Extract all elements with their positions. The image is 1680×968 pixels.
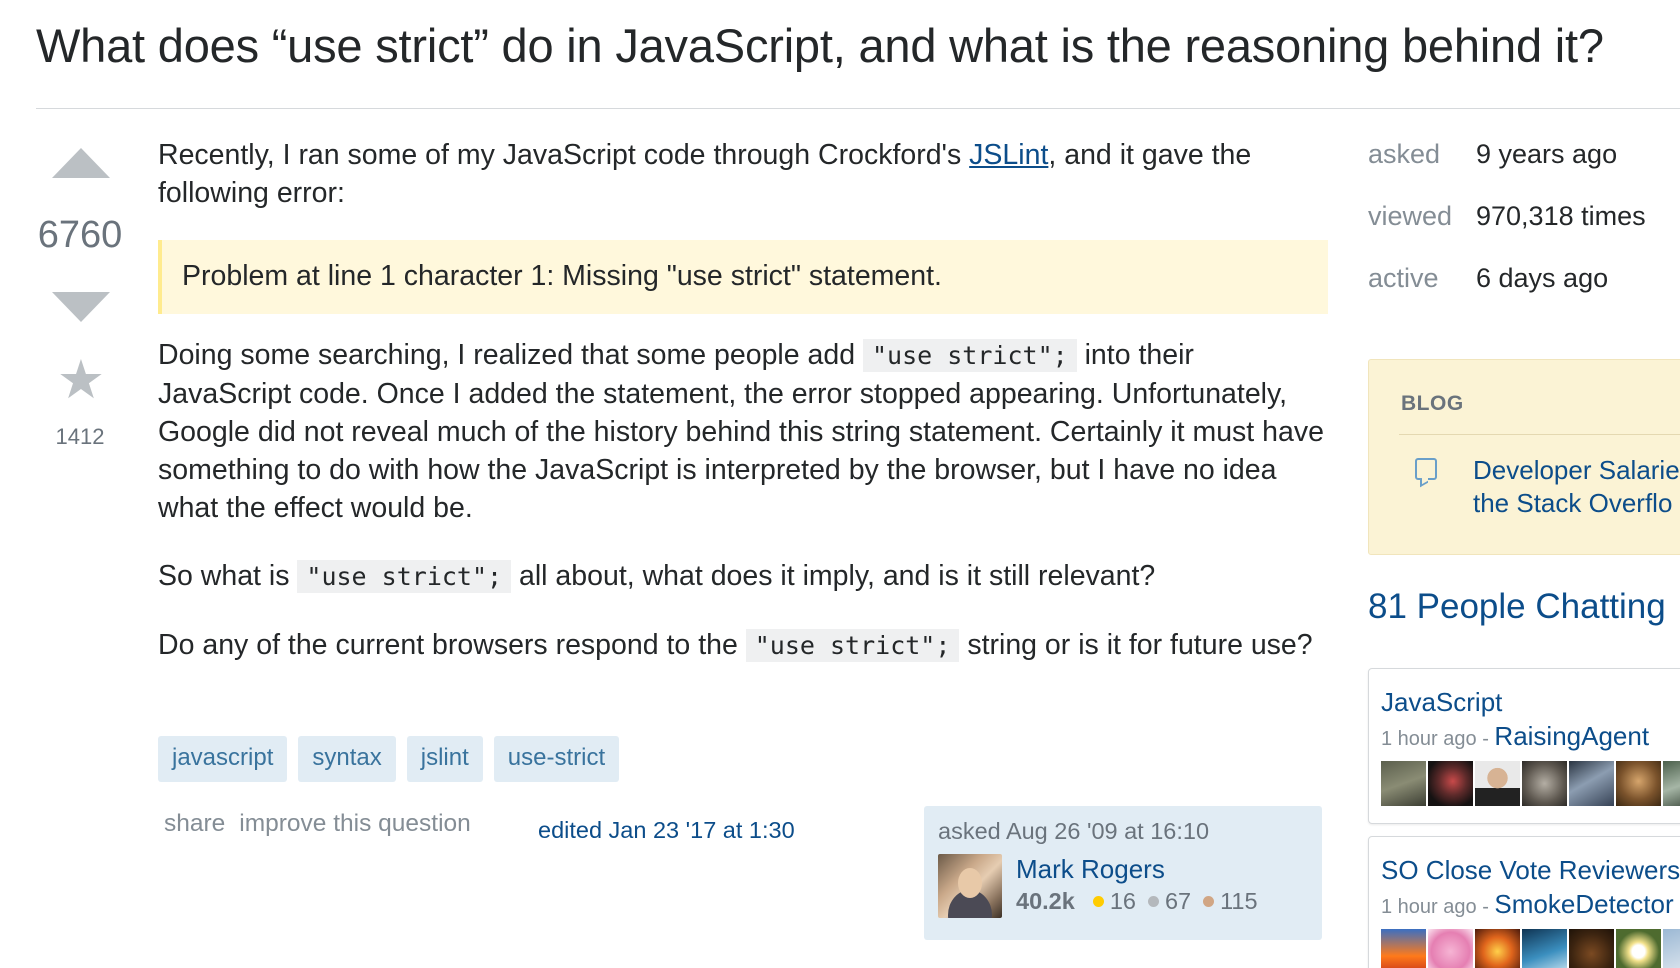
- tag-list: javascript syntax jslint use-strict: [158, 736, 620, 782]
- body-text: all about, what does it imply, and is it…: [511, 560, 1156, 592]
- inline-code: "use strict";: [297, 560, 512, 593]
- body-paragraph-2: Doing some searching, I realized that so…: [158, 336, 1328, 527]
- body-paragraph-4: Do any of the current browsers respond t…: [158, 626, 1328, 665]
- tag-javascript[interactable]: javascript: [158, 736, 288, 782]
- avatar[interactable]: [1381, 929, 1426, 968]
- speech-bubble-icon: [1415, 458, 1437, 480]
- user-name-link[interactable]: Mark Rogers: [1016, 854, 1165, 885]
- blog-widget: BLOG Developer Salarie the Stack Overflo: [1368, 359, 1680, 555]
- jslint-link[interactable]: JSLint: [969, 139, 1048, 171]
- downvote-arrow-icon[interactable]: [52, 292, 110, 322]
- avatar[interactable]: [1522, 929, 1567, 968]
- blog-post-link[interactable]: Developer Salarie the Stack Overflo: [1473, 454, 1680, 520]
- body-paragraph-3: So what is "use strict"; all about, what…: [158, 557, 1328, 596]
- avatar[interactable]: [938, 854, 1002, 918]
- question-title[interactable]: What does “use strict” do in JavaScript,…: [36, 18, 1604, 73]
- edited-timestamp-link[interactable]: edited Jan 23 '17 at 1:30: [538, 817, 795, 844]
- chat-room-activity: 1 hour ago - SmokeDetector: [1381, 889, 1674, 920]
- reputation-score: 40.2k: [1016, 888, 1075, 914]
- chat-room-ago: 1 hour ago -: [1381, 896, 1495, 918]
- chat-room-ago: 1 hour ago -: [1381, 728, 1495, 750]
- body-text: Doing some searching, I realized that so…: [158, 339, 863, 371]
- chat-heading-link[interactable]: 81 People Chatting: [1368, 587, 1666, 627]
- avatar[interactable]: [1381, 761, 1426, 806]
- tag-jslint[interactable]: jslint: [406, 736, 483, 782]
- improve-question-link[interactable]: improve this question: [239, 810, 471, 838]
- blog-post-line-1: Developer Salarie: [1473, 455, 1680, 485]
- body-text: Do any of the current browsers respond t…: [158, 629, 746, 661]
- title-divider: [36, 108, 1680, 109]
- avatar[interactable]: [1616, 761, 1661, 806]
- asked-timestamp: asked Aug 26 '09 at 16:10: [938, 818, 1210, 844]
- inline-code: "use strict";: [745, 629, 960, 662]
- avatar[interactable]: [1569, 929, 1614, 968]
- chat-room-name[interactable]: JavaScript: [1381, 687, 1502, 718]
- bronze-badge-icon: [1203, 896, 1215, 907]
- question-stats: asked 9 years ago viewed 970,318 times act…: [1368, 134, 1646, 320]
- avatar[interactable]: [1663, 761, 1680, 806]
- stat-label: asked: [1368, 139, 1441, 169]
- avatar[interactable]: [1475, 929, 1520, 968]
- chat-room-user-link[interactable]: SmokeDetector: [1494, 889, 1673, 919]
- post-menu: share improve this question: [164, 810, 471, 838]
- silver-badge-icon: [1147, 896, 1159, 907]
- favorite-star-icon[interactable]: ★: [54, 353, 108, 407]
- stat-active: active 6 days ago: [1368, 258, 1646, 298]
- stat-viewed: viewed 970,318 times: [1368, 196, 1646, 236]
- gold-badge-icon: [1092, 896, 1104, 907]
- gold-badge-count: 16: [1109, 888, 1136, 914]
- stat-value: 970,318 times: [1476, 201, 1646, 231]
- upvote-arrow-icon[interactable]: [52, 148, 110, 178]
- favorite-count: 1412: [55, 424, 105, 449]
- chat-room-avatars: [1381, 929, 1680, 968]
- question-body: Recently, I ran some of my JavaScript co…: [158, 136, 1328, 695]
- asker-user-card: asked Aug 26 '09 at 16:10 Mark Rogers 40…: [924, 806, 1322, 940]
- tag-syntax[interactable]: syntax: [298, 736, 396, 782]
- chat-room-card: JavaScript 1 hour ago - RaisingAgent: [1368, 668, 1680, 824]
- inline-code: "use strict";: [863, 339, 1077, 372]
- tag-use-strict[interactable]: use-strict: [493, 736, 620, 782]
- avatar[interactable]: [1569, 761, 1614, 806]
- chat-room-avatars: [1381, 761, 1680, 806]
- blog-post-line-2: the Stack Overflo: [1473, 488, 1673, 518]
- chat-room-user-link[interactable]: RaisingAgent: [1494, 721, 1649, 751]
- chat-room-name[interactable]: SO Close Vote Reviewers: [1381, 855, 1680, 886]
- body-text: So what is: [158, 560, 298, 592]
- avatar[interactable]: [1522, 761, 1567, 806]
- stat-value[interactable]: 9 years ago: [1476, 134, 1617, 174]
- avatar[interactable]: [1428, 761, 1473, 806]
- stat-asked: asked 9 years ago: [1368, 134, 1646, 174]
- blockquote: Problem at line 1 character 1: Missing "…: [158, 240, 1328, 314]
- bronze-badge-count: 115: [1220, 888, 1258, 914]
- stat-label: viewed: [1368, 201, 1453, 231]
- share-link[interactable]: share: [164, 810, 225, 838]
- silver-badge-count: 67: [1164, 888, 1192, 914]
- vote-count: 6760: [37, 214, 123, 256]
- stat-value[interactable]: 6 days ago: [1476, 258, 1608, 298]
- stat-label: active: [1368, 263, 1439, 293]
- chat-room-card: SO Close Vote Reviewers 1 hour ago - Smo…: [1368, 836, 1680, 968]
- user-reputation: 40.2k 16 67 115: [1016, 888, 1258, 915]
- avatar[interactable]: [1475, 761, 1520, 806]
- body-text: Recently, I ran some of my JavaScript co…: [158, 139, 970, 171]
- blog-heading: BLOG: [1401, 392, 1464, 415]
- chat-room-activity: 1 hour ago - RaisingAgent: [1381, 721, 1649, 752]
- blog-divider: [1399, 434, 1680, 435]
- avatar[interactable]: [1616, 929, 1661, 968]
- avatar[interactable]: [1428, 929, 1473, 968]
- body-text: string or is it for future use?: [959, 629, 1313, 661]
- body-paragraph-1: Recently, I ran some of my JavaScript co…: [158, 136, 1328, 212]
- avatar[interactable]: [1663, 929, 1680, 968]
